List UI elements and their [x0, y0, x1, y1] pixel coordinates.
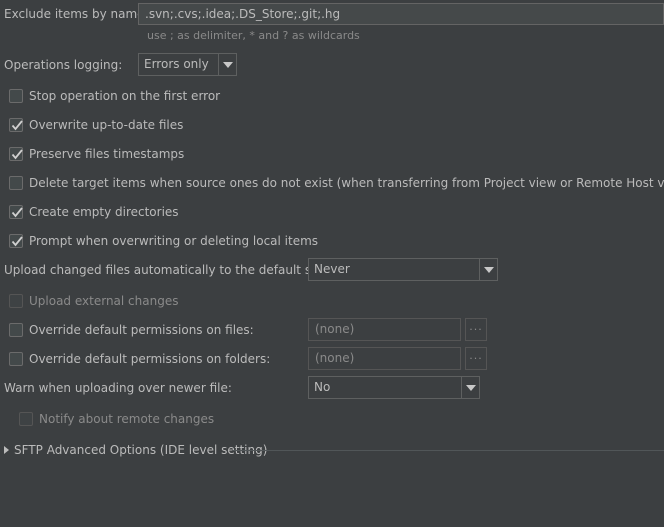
- notify-remote-checkbox[interactable]: [19, 412, 33, 426]
- option-label: Overwrite up-to-date files: [29, 118, 184, 132]
- warn-newer-label: Warn when uploading over newer file:: [4, 381, 232, 395]
- exclude-items-input[interactable]: .svn;.cvs;.idea;.DS_Store;.git;.hg: [138, 3, 664, 25]
- override-files-checkbox[interactable]: [9, 323, 23, 337]
- upload-external-checkbox[interactable]: [9, 294, 23, 308]
- override-folders-checkbox[interactable]: [9, 352, 23, 366]
- upload-changed-value: Never: [314, 262, 350, 276]
- warn-newer-value: No: [314, 380, 331, 394]
- checkmark-icon: [11, 207, 23, 218]
- option-checkbox[interactable]: [9, 89, 23, 103]
- expand-arrow-icon: [4, 446, 9, 454]
- option-label: Preserve files timestamps: [29, 147, 185, 161]
- override-folders-label: Override default permissions on folders:: [29, 352, 271, 366]
- override-folders-browse-button[interactable]: ...: [465, 347, 487, 370]
- chevron-down-icon: [218, 54, 236, 75]
- operations-logging-dropdown[interactable]: Errors only: [138, 53, 237, 76]
- notify-remote-label: Notify about remote changes: [39, 412, 215, 426]
- upload-changed-dropdown[interactable]: Never: [308, 258, 498, 281]
- operations-logging-value: Errors only: [144, 57, 209, 71]
- checkmark-icon: [11, 120, 23, 131]
- override-folders-input[interactable]: (none): [308, 347, 461, 370]
- warn-newer-dropdown[interactable]: No: [308, 376, 480, 399]
- upload-changed-label: Upload changed files automatically to th…: [4, 263, 343, 277]
- option-checkbox[interactable]: [9, 205, 23, 219]
- option-label: Delete target items when source ones do …: [29, 176, 664, 190]
- upload-external-label: Upload external changes: [29, 294, 179, 308]
- option-checkbox[interactable]: [9, 176, 23, 190]
- operations-logging-label: Operations logging:: [4, 58, 123, 72]
- override-files-browse-button[interactable]: ...: [465, 318, 487, 341]
- chevron-down-icon: [479, 259, 497, 280]
- exclude-items-hint: use ; as delimiter, * and ? as wildcards: [147, 29, 360, 42]
- exclude-items-label: Exclude items by name:: [4, 7, 149, 21]
- option-checkbox[interactable]: [9, 118, 23, 132]
- option-label: Stop operation on the first error: [29, 89, 221, 103]
- option-label: Prompt when overwriting or deleting loca…: [29, 234, 319, 248]
- option-label: Create empty directories: [29, 205, 179, 219]
- option-checkbox[interactable]: [9, 147, 23, 161]
- section-separator: [232, 450, 664, 451]
- checkmark-icon: [11, 149, 23, 160]
- override-files-input[interactable]: (none): [308, 318, 461, 341]
- checkmark-icon: [11, 236, 23, 247]
- chevron-down-icon: [461, 377, 479, 398]
- override-files-label: Override default permissions on files:: [29, 323, 254, 337]
- sftp-advanced-label: SFTP Advanced Options (IDE level setting…: [14, 443, 268, 457]
- deployment-options-panel: Exclude items by name: .svn;.cvs;.idea;.…: [0, 0, 664, 527]
- option-checkbox[interactable]: [9, 234, 23, 248]
- sftp-advanced-toggle[interactable]: SFTP Advanced Options (IDE level setting…: [4, 442, 267, 458]
